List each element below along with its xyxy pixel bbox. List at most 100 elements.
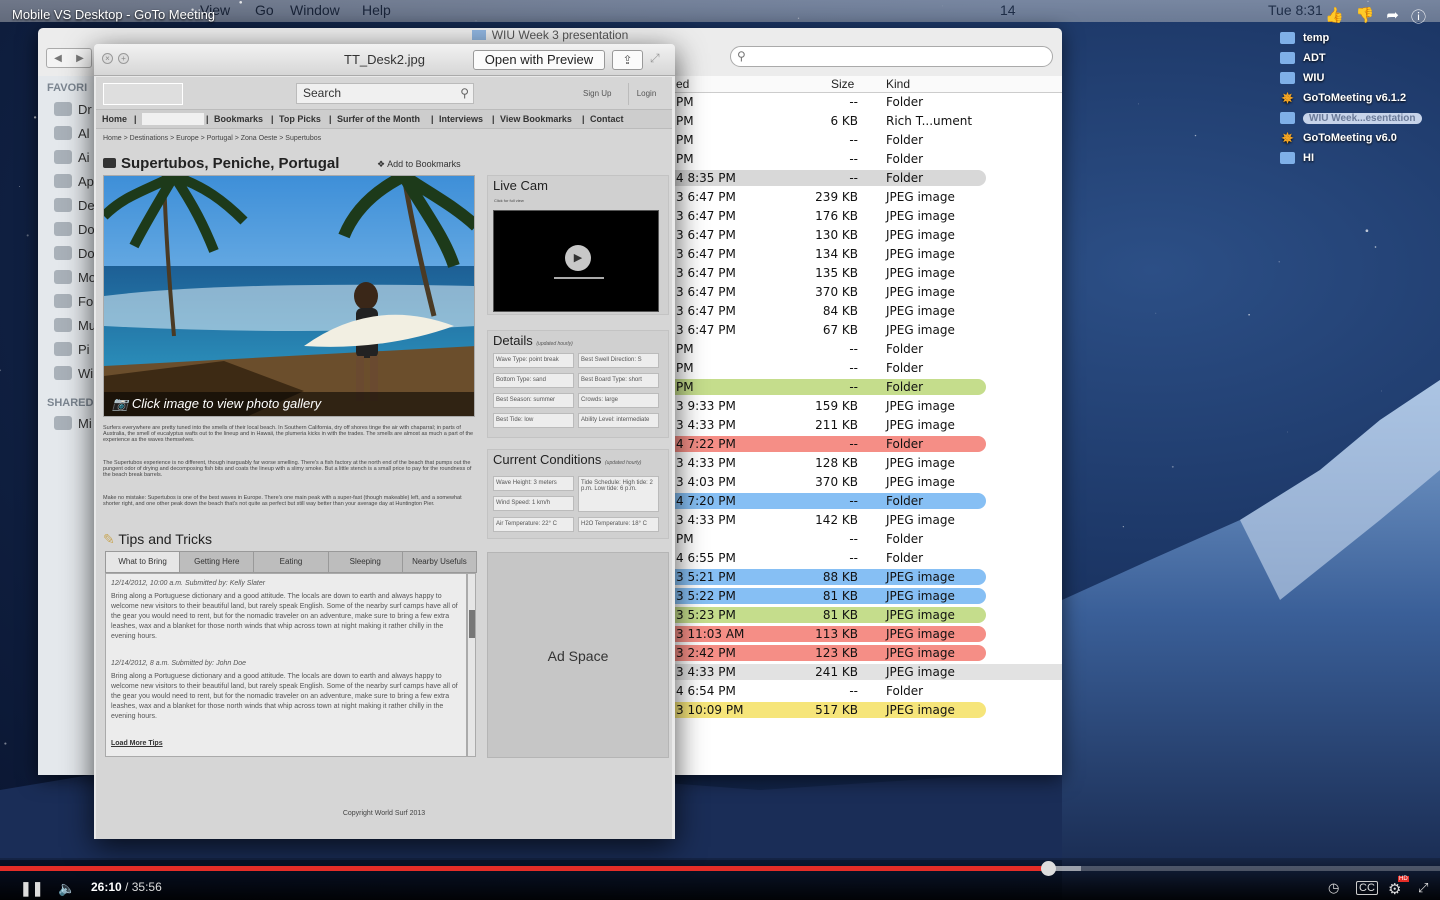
sidebar-item[interactable]: Do — [54, 220, 96, 238]
site-logo[interactable] — [103, 83, 183, 105]
menu-go[interactable]: Go — [255, 2, 274, 18]
site-search-input[interactable]: Search ⚲ — [296, 83, 474, 104]
file-row[interactable]: 3 5:22 PM 81 KB JPEG image — [674, 587, 1062, 606]
sidebar-item[interactable]: Pi — [54, 340, 96, 358]
desktop-icon-folder[interactable]: ADT — [1280, 48, 1430, 68]
thumbs-down-icon[interactable]: 👎 — [1356, 6, 1375, 27]
file-row[interactable]: 3 6:47 PM 130 KB JPEG image — [674, 226, 1062, 245]
tips-tab[interactable]: What to Bring — [105, 551, 181, 573]
file-row[interactable]: 3 2:42 PM 123 KB JPEG image — [674, 644, 1062, 663]
column-kind[interactable]: Kind — [886, 77, 910, 91]
sidebar-item[interactable]: Mo — [54, 268, 96, 286]
tips-tab[interactable]: Eating — [253, 551, 329, 573]
watch-later-icon[interactable]: ◷ — [1328, 880, 1339, 896]
desktop-icon-folder[interactable]: HI — [1280, 148, 1430, 168]
photo-gallery-caption[interactable]: 📷 Click image to view photo gallery — [104, 392, 474, 416]
desktop-icon-app[interactable]: ✵ GoToMeeting v6.0 — [1280, 128, 1430, 148]
finder-back-forward[interactable]: ◀ ▶ — [46, 48, 92, 68]
sidebar-item[interactable]: Al — [54, 124, 96, 142]
open-with-preview-button[interactable]: Open with Preview — [473, 50, 605, 70]
tips-tab[interactable]: Getting Here — [179, 551, 255, 573]
menu-window[interactable]: Window — [290, 2, 340, 18]
finder-search-input[interactable]: ⚲ — [730, 46, 1053, 67]
menu-help[interactable]: Help — [362, 2, 391, 18]
load-more-tips-link[interactable]: Load More Tips — [111, 740, 163, 747]
play-icon[interactable]: ▶ — [565, 245, 591, 271]
sidebar-item[interactable]: Dr — [54, 100, 96, 118]
file-row[interactable]: 3 5:21 PM 88 KB JPEG image — [674, 568, 1062, 587]
file-row[interactable]: PM -- Folder — [674, 530, 1062, 549]
sidebar-item[interactable]: Mu — [54, 316, 96, 334]
settings-icon[interactable]: ⚙ — [1388, 880, 1401, 898]
ad-space[interactable]: Ad Space — [487, 552, 669, 758]
file-row[interactable]: 3 4:33 PM 241 KB JPEG image — [674, 663, 1062, 682]
scrollbar-thumb[interactable] — [469, 610, 475, 638]
nav-link[interactable]: Destinations — [142, 113, 205, 125]
tips-tab[interactable]: Nearby Usefuls — [401, 551, 478, 573]
file-row[interactable]: 3 10:09 PM 517 KB JPEG image — [674, 701, 1062, 720]
volume-icon[interactable]: 🔈 — [58, 880, 75, 897]
sign-up-link[interactable]: Sign Up — [583, 89, 611, 98]
tips-scrollbar[interactable] — [467, 573, 476, 757]
file-row[interactable]: 3 5:23 PM 81 KB JPEG image — [674, 606, 1062, 625]
file-row[interactable]: 4 6:54 PM -- Folder — [674, 682, 1062, 701]
desktop-icon-folder[interactable]: temp — [1280, 28, 1430, 48]
menubar-clock[interactable]: Tue 8:31 — [1268, 2, 1323, 18]
file-row[interactable]: PM -- Folder — [674, 378, 1062, 397]
beach-photo[interactable]: 📷 Click image to view photo gallery — [103, 175, 475, 417]
file-row[interactable]: PM -- Folder — [674, 359, 1062, 378]
file-row[interactable]: 3 4:33 PM 128 KB JPEG image — [674, 454, 1062, 473]
nav-link[interactable]: Top Picks — [279, 114, 321, 124]
file-row[interactable]: PM -- Folder — [674, 93, 1062, 112]
file-row[interactable]: 3 6:47 PM 239 KB JPEG image — [674, 188, 1062, 207]
desktop-icon-app[interactable]: ✵ GoToMeeting v6.1.2 — [1280, 88, 1430, 108]
info-icon[interactable]: ⓘ — [1411, 6, 1426, 27]
sidebar-item[interactable]: Fo — [54, 292, 96, 310]
tips-tab[interactable]: Sleeping — [327, 551, 403, 573]
desktop-icon-folder[interactable]: WIU — [1280, 68, 1430, 88]
file-row[interactable]: PM 6 KB Rich T...ument — [674, 112, 1062, 131]
sidebar-shared-item[interactable]: Mi — [54, 414, 96, 432]
nav-link[interactable]: View Bookmarks — [500, 114, 572, 124]
file-row[interactable]: PM -- Folder — [674, 131, 1062, 150]
file-row[interactable]: 3 6:47 PM 370 KB JPEG image — [674, 283, 1062, 302]
nav-link[interactable]: Surfer of the Month — [337, 114, 420, 124]
desktop-icon-folder[interactable]: WIU Week...esentation — [1280, 108, 1430, 128]
add-bookmark-link[interactable]: ❖ Add to Bookmarks — [377, 159, 461, 170]
share-icon[interactable]: ➦ — [1386, 6, 1399, 27]
file-row[interactable]: 4 8:35 PM -- Folder — [674, 169, 1062, 188]
file-row[interactable]: 4 6:55 PM -- Folder — [674, 549, 1062, 568]
column-date[interactable]: ed — [676, 77, 689, 91]
video-progress-track[interactable] — [554, 277, 604, 279]
nav-link[interactable]: Contact — [590, 114, 624, 124]
file-row[interactable]: 4 7:22 PM -- Folder — [674, 435, 1062, 454]
nav-link[interactable]: Home — [102, 114, 127, 124]
sidebar-item[interactable]: Wi — [54, 364, 96, 382]
file-row[interactable]: 3 6:47 PM 84 KB JPEG image — [674, 302, 1062, 321]
file-row[interactable]: 3 4:33 PM 142 KB JPEG image — [674, 511, 1062, 530]
share-icon[interactable]: ⇪ — [612, 50, 643, 70]
video-title[interactable]: Mobile VS Desktop - GoTo Meeting — [12, 7, 215, 22]
forward-arrow-icon[interactable]: ▶ — [76, 53, 84, 64]
sidebar-item[interactable]: Do — [54, 244, 96, 262]
file-row[interactable]: PM -- Folder — [674, 340, 1062, 359]
file-row[interactable]: 3 11:03 AM 113 KB JPEG image — [674, 625, 1062, 644]
file-row[interactable]: 4 7:20 PM -- Folder — [674, 492, 1062, 511]
expand-icon[interactable]: ⤢ — [650, 51, 660, 66]
login-link[interactable]: Login — [628, 83, 664, 105]
file-row[interactable]: PM -- Folder — [674, 150, 1062, 169]
nav-link[interactable]: Interviews — [439, 114, 483, 124]
file-row[interactable]: 3 6:47 PM 135 KB JPEG image — [674, 264, 1062, 283]
file-row[interactable]: 3 4:03 PM 370 KB JPEG image — [674, 473, 1062, 492]
sidebar-item[interactable]: Ap — [54, 172, 96, 190]
sidebar-item[interactable]: Ai — [54, 148, 96, 166]
file-row[interactable]: 3 6:47 PM 67 KB JPEG image — [674, 321, 1062, 340]
thumbs-up-icon[interactable]: 👍 — [1325, 6, 1344, 27]
live-cam-video[interactable]: ▶ — [493, 210, 659, 312]
column-size[interactable]: Size — [831, 77, 854, 91]
pause-icon[interactable]: ❚❚ — [20, 880, 43, 897]
file-row[interactable]: 3 9:33 PM 159 KB JPEG image — [674, 397, 1062, 416]
search-icon[interactable]: ⚲ — [460, 84, 469, 103]
back-arrow-icon[interactable]: ◀ — [54, 53, 62, 64]
sidebar-item[interactable]: De — [54, 196, 96, 214]
